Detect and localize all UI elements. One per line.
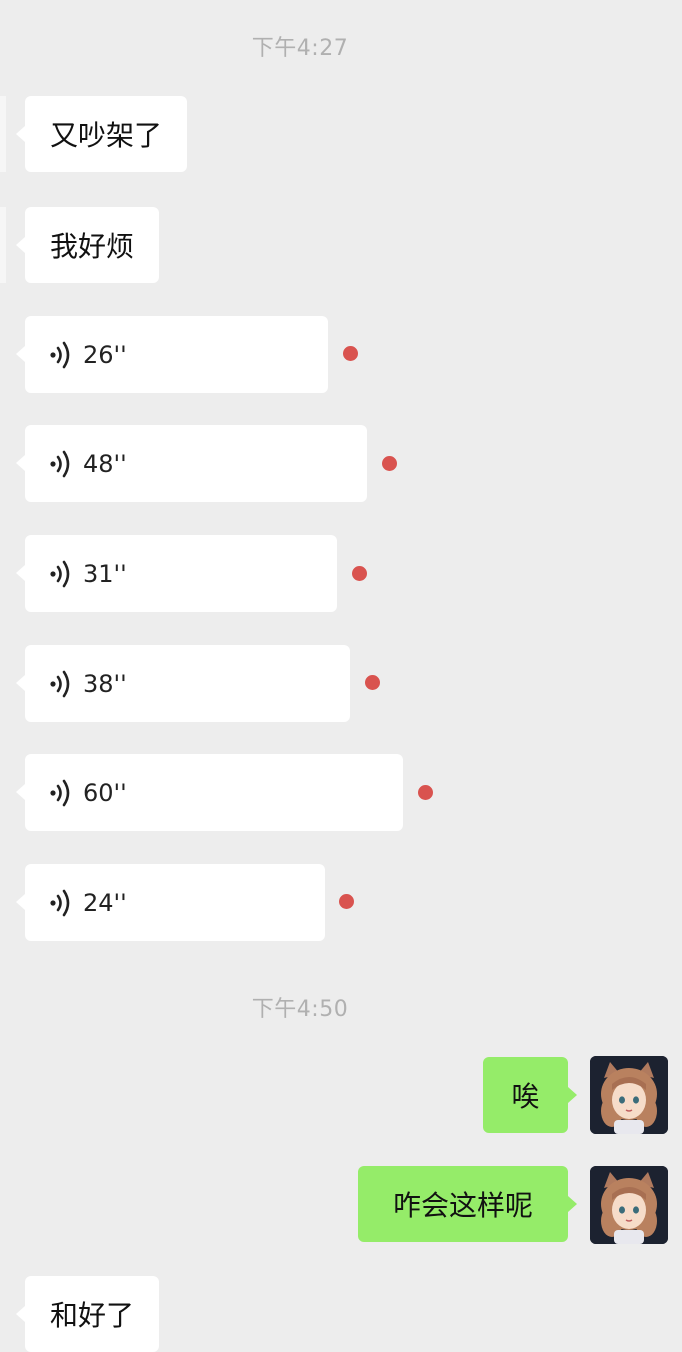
voice-wave-icon (49, 559, 73, 589)
voice-message[interactable]: 31'' (16, 535, 337, 612)
user-avatar[interactable] (590, 1056, 668, 1134)
incoming-message[interactable]: 我好烦 (15, 207, 160, 283)
voice-wave-icon (49, 778, 73, 808)
voice-wave-icon (49, 449, 73, 479)
unread-dot (365, 675, 380, 690)
timestamp: 下午4:27 (251, 36, 349, 61)
voice-message[interactable]: 24'' (16, 864, 325, 941)
unread-dot (343, 346, 358, 361)
unread-dot (418, 785, 433, 800)
voice-message[interactable]: 38'' (16, 645, 350, 722)
unread-dot (382, 456, 397, 471)
user-avatar[interactable] (590, 1166, 668, 1244)
message-text: 唉 (511, 1080, 540, 1113)
voice-message[interactable]: 26'' (16, 316, 328, 393)
voice-message[interactable]: 48'' (16, 425, 367, 502)
left-edge-strip (0, 207, 6, 283)
voice-duration: 24'' (83, 888, 127, 917)
unread-dot (352, 566, 367, 581)
voice-duration: 38'' (83, 669, 127, 698)
unread-dot (339, 894, 354, 909)
outgoing-message[interactable]: 唉 (483, 1057, 577, 1133)
voice-duration: 26'' (83, 340, 127, 369)
message-text: 又吵架了 (50, 119, 163, 152)
left-edge-strip (0, 96, 6, 172)
voice-wave-icon (49, 340, 73, 370)
outgoing-message[interactable]: 咋会这样呢 (358, 1166, 577, 1242)
voice-wave-icon (49, 888, 73, 918)
message-text: 我好烦 (50, 230, 135, 263)
incoming-message[interactable]: 和好了 (15, 1276, 160, 1352)
voice-duration: 48'' (83, 449, 127, 478)
voice-wave-icon (49, 669, 73, 699)
message-text: 咋会这样呢 (392, 1189, 533, 1222)
incoming-message[interactable]: 又吵架了 (15, 96, 188, 172)
voice-duration: 31'' (83, 559, 127, 588)
timestamp: 下午4:50 (251, 997, 349, 1022)
voice-duration: 60'' (83, 778, 127, 807)
voice-message[interactable]: 60'' (16, 754, 403, 831)
message-text: 和好了 (50, 1299, 135, 1332)
